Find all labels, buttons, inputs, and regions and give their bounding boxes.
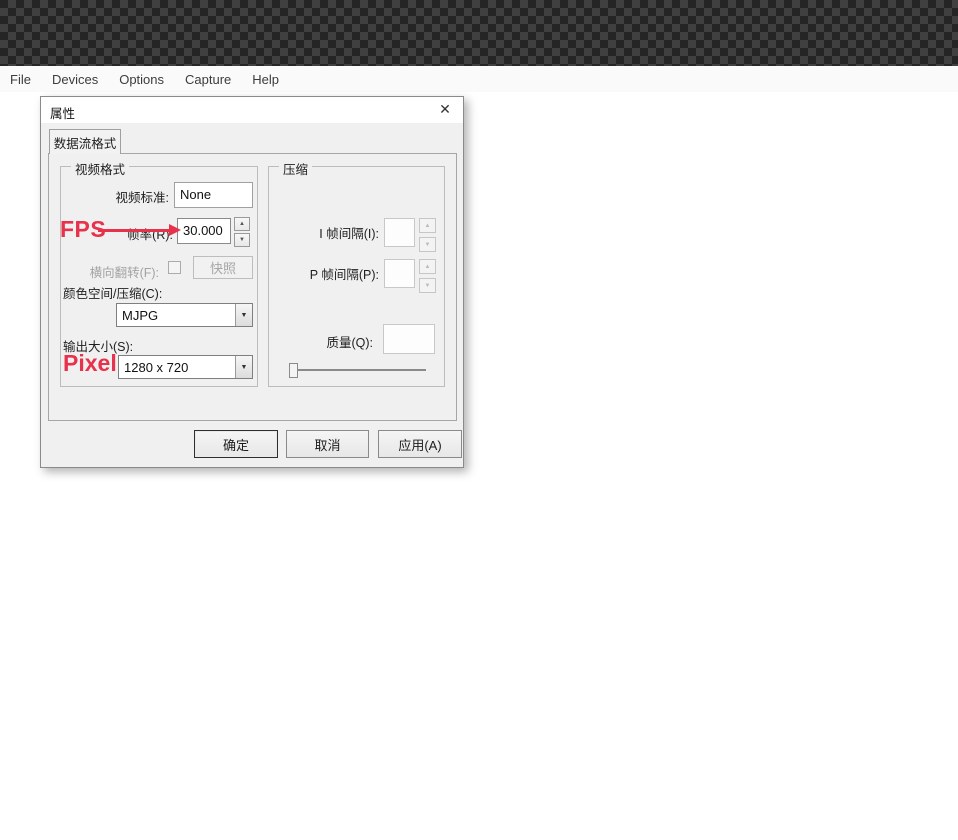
horizontal-flip-label: 横向翻转(F): — [89, 266, 159, 280]
dropdown-arrow-icon[interactable]: ▼ — [235, 304, 252, 326]
horizontal-flip-checkbox[interactable] — [168, 261, 181, 274]
spinner-down-icon: ▼ — [424, 282, 431, 289]
color-space-label: 颜色空间/压缩(C): — [63, 287, 163, 301]
dropdown-arrow-icon[interactable]: ▼ — [235, 356, 252, 378]
transparency-checkerboard — [0, 0, 958, 66]
spinner-down-icon: ▼ — [239, 237, 245, 243]
i-frame-interval-label: I 帧间隔(I): — [319, 227, 379, 241]
spinner-up-icon: ▲ — [424, 263, 431, 270]
i-frame-spin-down: ▼ — [419, 237, 436, 252]
ok-button[interactable]: 确定 — [194, 430, 278, 458]
frame-rate-spin-down[interactable]: ▼ — [234, 233, 250, 247]
color-space-dropdown[interactable]: MJPG ▼ — [116, 303, 253, 327]
quality-label: 质量(Q): — [326, 336, 373, 350]
menu-item-capture[interactable]: Capture — [181, 69, 235, 90]
quality-slider-track[interactable] — [293, 369, 426, 371]
spinner-up-icon: ▲ — [239, 221, 245, 227]
close-button[interactable]: ✕ — [432, 99, 458, 120]
frame-rate-input[interactable]: 30.000 — [177, 218, 231, 244]
menu-item-help[interactable]: Help — [248, 69, 283, 90]
menu-item-devices[interactable]: Devices — [48, 69, 102, 90]
menu-item-file[interactable]: File — [6, 69, 35, 90]
video-standard-label: 视频标准: — [115, 191, 169, 205]
spinner-down-icon: ▼ — [424, 241, 431, 248]
dialog-titlebar[interactable]: 属性 ✕ — [41, 97, 463, 123]
p-frame-interval-label: P 帧间隔(P): — [309, 268, 379, 282]
tab-stream-format[interactable]: 数据流格式 — [49, 129, 121, 154]
cancel-button[interactable]: 取消 — [286, 430, 369, 458]
close-icon: ✕ — [439, 101, 451, 117]
compression-group-title: 压缩 — [279, 159, 313, 178]
menu-bar: File Devices Options Capture Help — [0, 66, 958, 92]
p-frame-spin-down: ▼ — [419, 278, 436, 293]
i-frame-spin-up: ▲ — [419, 218, 436, 233]
dialog-title: 属性 — [50, 107, 76, 121]
video-standard-field[interactable]: None — [174, 182, 253, 208]
properties-dialog: 属性 ✕ 数据流格式 视频格式 视频标准: None 帧率(R): 30.000… — [40, 96, 464, 468]
quality-input — [383, 324, 435, 354]
output-size-value: 1280 x 720 — [124, 359, 189, 375]
tab-label: 数据流格式 — [53, 136, 117, 151]
spinner-up-icon: ▲ — [424, 222, 431, 229]
frame-rate-label: 帧率(R): — [127, 228, 173, 242]
snapshot-button: 快照 — [193, 256, 253, 279]
video-format-group-title: 视频格式 — [71, 159, 130, 178]
color-space-value: MJPG — [122, 307, 159, 323]
p-frame-spin-up: ▲ — [419, 259, 436, 274]
output-size-dropdown[interactable]: 1280 x 720 ▼ — [118, 355, 253, 379]
p-frame-interval-input — [384, 259, 415, 288]
frame-rate-spin-up[interactable]: ▲ — [234, 217, 250, 231]
menu-item-options[interactable]: Options — [115, 69, 168, 90]
i-frame-interval-input — [384, 218, 415, 247]
quality-slider-thumb[interactable] — [289, 363, 298, 378]
output-size-label: 输出大小(S): — [63, 340, 134, 354]
apply-button[interactable]: 应用(A) — [378, 430, 462, 458]
